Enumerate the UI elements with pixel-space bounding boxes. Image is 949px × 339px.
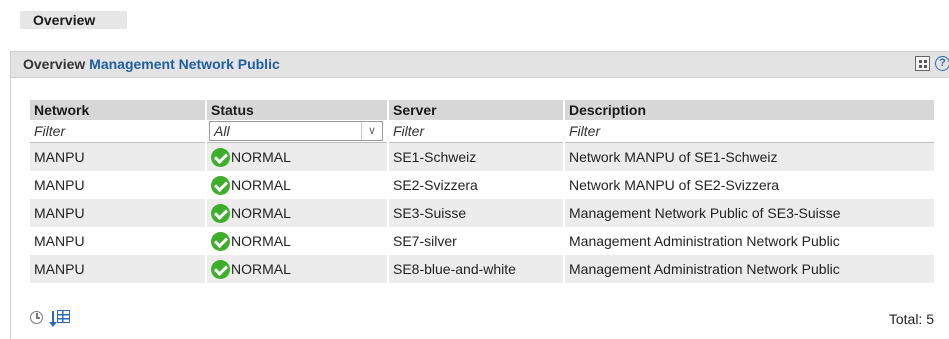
description-cell: Management Administration Network Public: [564, 255, 936, 283]
column-header-network[interactable]: Network: [30, 100, 207, 120]
status-cell: NORMAL: [206, 255, 389, 283]
network-link[interactable]: MANPU: [30, 199, 207, 227]
check-circle-icon: [211, 175, 230, 195]
check-circle-icon: [211, 203, 230, 223]
status-text: NORMAL: [231, 177, 291, 193]
status-cell: NORMAL: [206, 142, 389, 171]
status-text: NORMAL: [231, 261, 291, 277]
check-circle-icon: [211, 147, 230, 167]
description-filter-input[interactable]: Filter: [564, 120, 936, 143]
server-cell: SE8-blue-and-white: [388, 255, 565, 283]
status-filter-cell: All ∨: [206, 120, 389, 143]
grid-icon[interactable]: [915, 56, 930, 71]
status-text: NORMAL: [231, 149, 291, 165]
status-text: NORMAL: [231, 233, 291, 249]
column-header-status[interactable]: Status: [206, 100, 389, 120]
table-row: MANPU NORMAL SE8-blue-and-white Manageme…: [30, 255, 936, 283]
status-cell: NORMAL: [206, 199, 389, 227]
network-link[interactable]: MANPU: [30, 142, 207, 171]
table-row: MANPU NORMAL SE1-Schweiz Network MANPU o…: [30, 142, 936, 171]
check-circle-icon: [211, 259, 230, 279]
table-row: MANPU NORMAL SE7-silver Management Admin…: [30, 227, 936, 255]
server-cell: SE2-Svizzera: [388, 171, 565, 199]
panel-title-prefix: Overview: [23, 56, 86, 72]
table-row: MANPU NORMAL SE2-Svizzera Network MANPU …: [30, 171, 936, 199]
server-cell: SE3-Suisse: [388, 199, 565, 227]
network-link[interactable]: MANPU: [30, 227, 207, 255]
network-link[interactable]: MANPU: [30, 255, 207, 283]
status-text: NORMAL: [231, 205, 291, 221]
server-cell: SE7-silver: [388, 227, 565, 255]
description-cell: Management Network Public of SE3-Suisse: [564, 199, 936, 227]
network-filter-input[interactable]: Filter: [30, 120, 207, 143]
check-circle-icon: [211, 231, 230, 251]
column-header-description[interactable]: Description: [564, 100, 936, 120]
export-table-icon[interactable]: [49, 309, 72, 329]
panel-header: Overview Management Network Public ?: [11, 52, 949, 78]
description-cell: Network MANPU of SE1-Schweiz: [564, 142, 936, 171]
description-cell: Network MANPU of SE2-Svizzera: [564, 171, 936, 199]
status-cell: NORMAL: [206, 171, 389, 199]
panel-title-link[interactable]: Management Network Public: [89, 56, 280, 72]
clock-icon[interactable]: [30, 311, 43, 324]
status-filter-select[interactable]: All ∨: [209, 121, 383, 141]
network-table: Network Status Server Description Filter…: [30, 100, 936, 283]
server-cell: SE1-Schweiz: [388, 142, 565, 171]
server-filter-input[interactable]: Filter: [388, 120, 565, 143]
status-cell: NORMAL: [206, 227, 389, 255]
table-row: MANPU NORMAL SE3-Suisse Management Netwo…: [30, 199, 936, 227]
column-header-server[interactable]: Server: [388, 100, 565, 120]
help-icon[interactable]: ?: [935, 56, 949, 71]
status-filter-value: All: [214, 123, 230, 139]
total-count: Total: 5: [888, 311, 934, 327]
network-link[interactable]: MANPU: [30, 171, 207, 199]
chevron-down-icon[interactable]: ∨: [361, 122, 382, 140]
description-cell: Management Administration Network Public: [564, 227, 936, 255]
tab-overview[interactable]: Overview: [20, 11, 127, 29]
